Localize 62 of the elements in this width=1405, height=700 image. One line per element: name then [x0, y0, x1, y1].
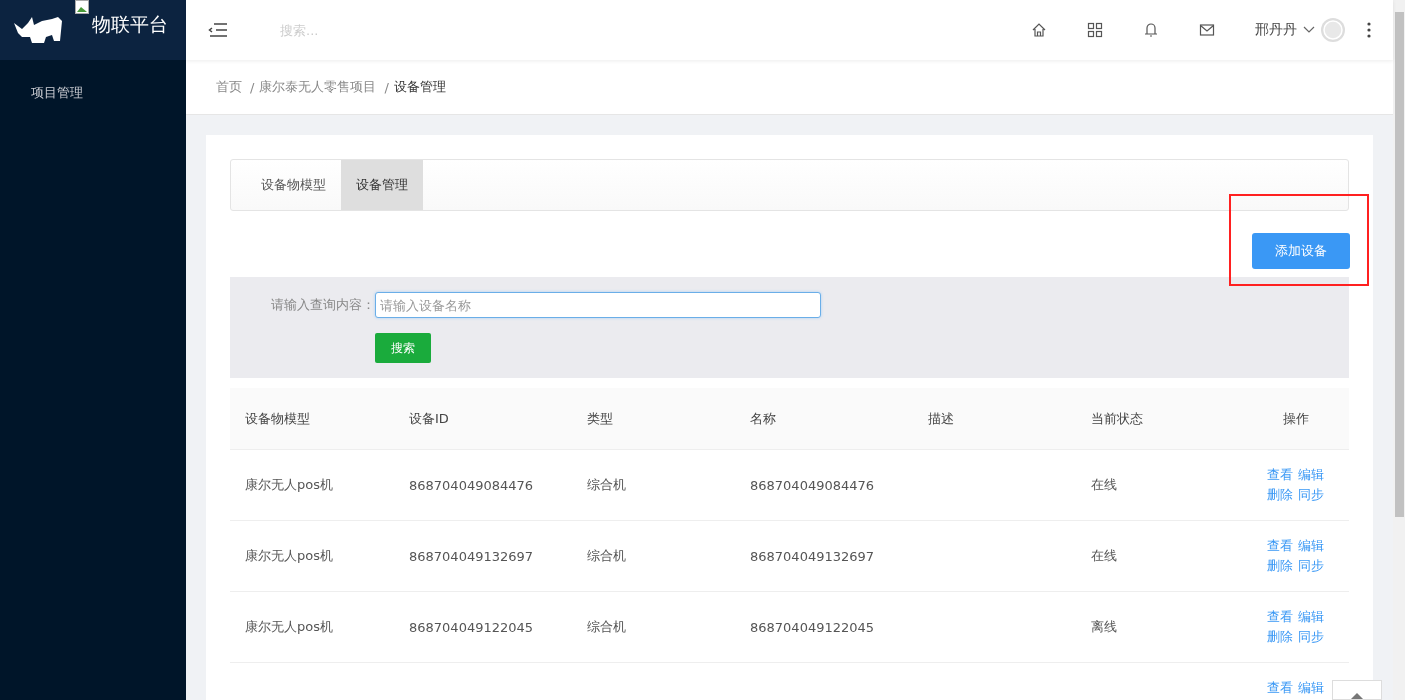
- breadcrumb-link[interactable]: 首页: [216, 78, 242, 96]
- table-cell-text: 868704049132697: [749, 548, 876, 564]
- breadcrumb-separator: /: [250, 79, 255, 95]
- breadcrumb-separator: /: [384, 79, 389, 95]
- sidebar-item[interactable]: 项目管理: [0, 60, 186, 126]
- column-header: 设备物模型: [244, 409, 311, 428]
- table-cell-text: 868704049132697: [408, 548, 535, 564]
- table-cell-text: 868704049084476: [408, 477, 535, 493]
- column-header: 当前状态: [1090, 409, 1144, 428]
- table-cell-text: 康尔无人pos机: [244, 547, 334, 565]
- column-header: 描述: [927, 409, 955, 428]
- table-cell-text: 离线: [1090, 618, 1118, 636]
- back-to-top-button[interactable]: [1332, 680, 1382, 700]
- mail-icon[interactable]: [1199, 22, 1215, 38]
- tab[interactable]: 设备物模型: [246, 160, 341, 210]
- action-link[interactable]: 同步: [1297, 487, 1324, 502]
- action-link[interactable]: 同步: [1297, 558, 1324, 573]
- device-name-field[interactable]: 请输入设备名称: [375, 292, 821, 318]
- action-link[interactable]: 删除: [1267, 558, 1294, 573]
- column-header: 设备ID: [408, 409, 450, 428]
- table-cell-text: 综合机: [586, 547, 627, 565]
- bell-icon[interactable]: [1143, 22, 1159, 38]
- action-link[interactable]: 编辑: [1297, 467, 1324, 482]
- action-link[interactable]: 删除: [1267, 487, 1294, 502]
- scrollbar[interactable]: [1393, 0, 1405, 700]
- table-cell-text: 康尔无人pos机: [244, 618, 334, 636]
- action-link[interactable]: 编辑: [1297, 609, 1324, 624]
- table-cell-text: 在线: [1090, 547, 1118, 565]
- search-button[interactable]: 搜索: [375, 333, 431, 363]
- scrollbar-thumb[interactable]: [1395, 12, 1404, 517]
- breadcrumb-link[interactable]: 康尔泰无人零售项目: [259, 78, 377, 96]
- action-link[interactable]: 查看: [1267, 680, 1294, 695]
- column-header: 操作: [1281, 409, 1310, 428]
- query-label: 请输入查询内容：: [270, 296, 375, 314]
- action-link[interactable]: 查看: [1267, 609, 1294, 624]
- caret-icon[interactable]: [1303, 26, 1315, 34]
- action-link[interactable]: 删除: [1267, 629, 1294, 644]
- action-link[interactable]: 查看: [1267, 538, 1294, 553]
- table-cell-text: 868704049122045: [749, 619, 876, 635]
- table-cell-text: 综合机: [586, 476, 627, 494]
- table-cell-text: 在线: [1090, 476, 1118, 494]
- table-cell-text: 康尔无人pos机: [244, 476, 334, 494]
- home-icon[interactable]: [1031, 22, 1047, 38]
- action-link[interactable]: 同步: [1297, 629, 1324, 644]
- user-name[interactable]: 邢丹丹: [1255, 21, 1297, 39]
- grid-icon[interactable]: [1087, 22, 1103, 38]
- broken-image-icon: [75, 0, 89, 14]
- more-icon[interactable]: [1367, 22, 1371, 38]
- table-cell-text: 868704049084476: [749, 477, 876, 493]
- action-link[interactable]: 编辑: [1297, 538, 1324, 553]
- add-device-button[interactable]: 添加设备: [1252, 233, 1350, 269]
- column-header: 类型: [586, 409, 614, 428]
- menu-fold-icon[interactable]: [208, 22, 228, 38]
- table-cell-text: 868704049122045: [408, 619, 535, 635]
- arrow-up-icon: [1349, 691, 1365, 699]
- table-cell-text: 综合机: [586, 618, 627, 636]
- action-link[interactable]: 查看: [1267, 467, 1294, 482]
- tab[interactable]: 设备管理: [341, 160, 423, 210]
- logo-text: 物联平台: [92, 12, 168, 37]
- action-link[interactable]: 编辑: [1297, 680, 1324, 695]
- column-header: 名称: [749, 409, 777, 428]
- rhino-logo-icon: [12, 15, 64, 45]
